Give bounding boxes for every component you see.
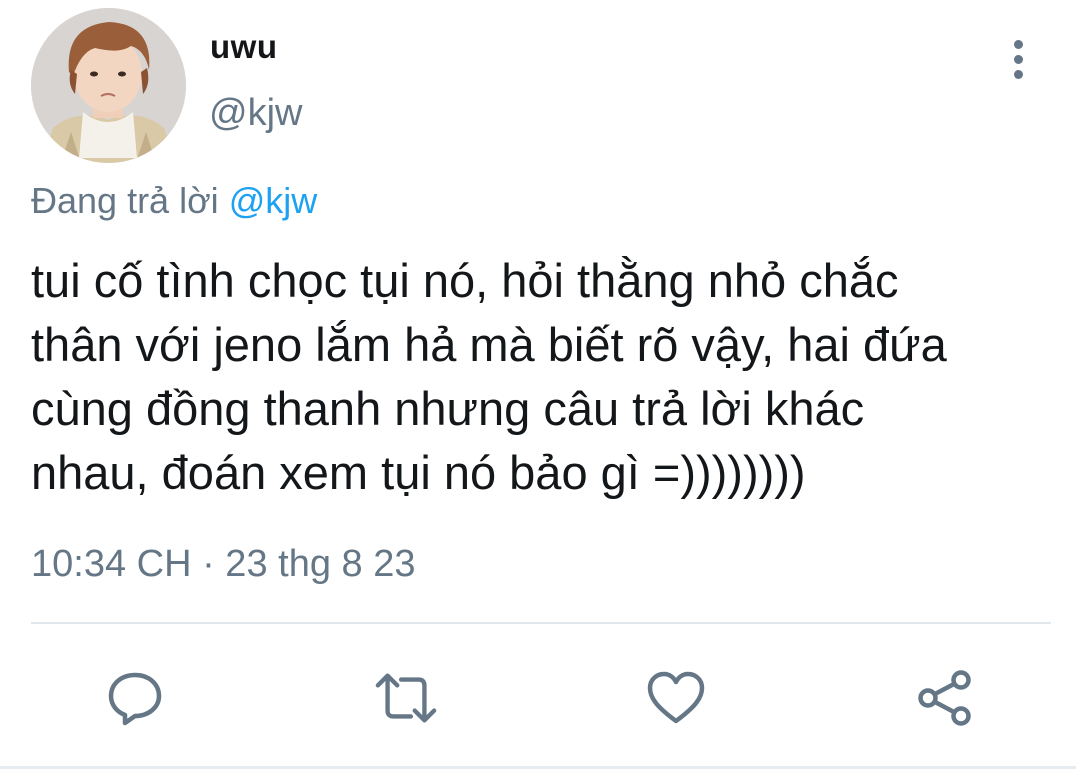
tweet-text-line: nhau, đoán xem tụi nó bảo gì =)))))))) [31, 446, 806, 499]
share-button[interactable] [913, 666, 977, 730]
more-dot [1013, 39, 1023, 49]
tweet-text-line: cùng đồng thanh nhưng câu trả lời khác [31, 382, 865, 435]
reply-prefix: Đang trả lời [31, 180, 229, 221]
user-handle[interactable]: @kjw [209, 92, 302, 135]
avatar[interactable] [31, 8, 186, 163]
tweet-text: tui cố tình chọc tụi nó, hỏi thằng nhỏ c… [31, 249, 1071, 505]
more-dot [1013, 69, 1023, 79]
reply-context: Đang trả lời @kjw [31, 180, 317, 222]
tweet-text-line: tui cố tình chọc tụi nó, hỏi thằng nhỏ c… [31, 254, 899, 307]
tweet-detail: uwu @kjw Đang trả lời @kjw tui cố tình c… [0, 0, 1076, 769]
reply-mention-link[interactable]: @kjw [229, 180, 318, 221]
retweet-button[interactable] [374, 666, 438, 730]
share-icon [918, 670, 971, 726]
more-dot [1013, 54, 1023, 64]
tweet-timestamp[interactable]: 10:34 CH · 23 thg 8 23 [31, 543, 415, 586]
tweet-text-line: thân với jeno lắm hả mà biết rõ vậy, hai… [31, 318, 947, 371]
divider [31, 622, 1051, 624]
comment-icon [108, 672, 162, 726]
retweet-icon [375, 673, 437, 723]
display-name[interactable]: uwu [210, 28, 277, 66]
more-vertical-icon[interactable] [1000, 36, 1036, 82]
heart-icon [647, 671, 705, 724]
reply-button[interactable] [103, 666, 167, 730]
like-button[interactable] [644, 666, 708, 730]
